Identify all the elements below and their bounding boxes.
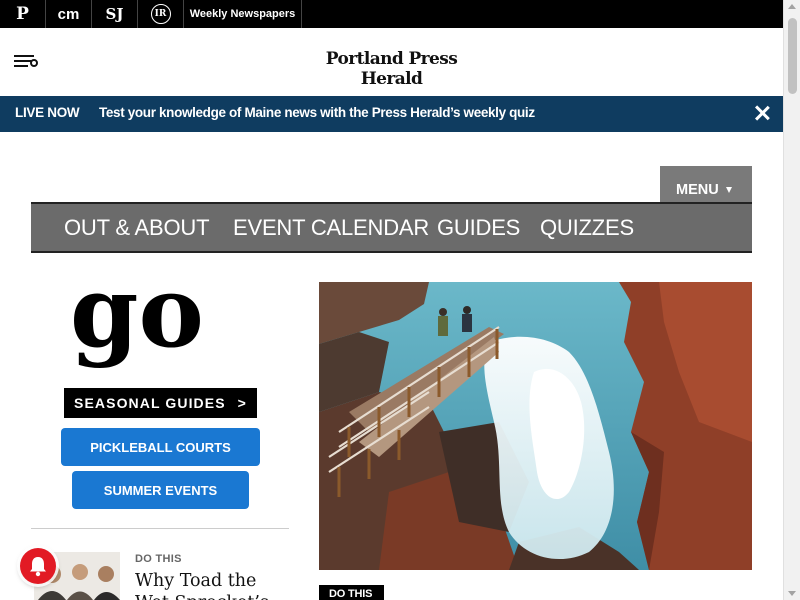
weekly-newspapers-label: Weekly Newspapers (189, 8, 296, 20)
network-sites-bar: P cm SJ IR Weekly Newspapers (0, 0, 800, 28)
seasonal-guides-label: SEASONAL GUIDES (74, 395, 226, 411)
site-brand-logo[interactable]: Portland Press Herald (300, 49, 483, 89)
chevron-right-icon: > (237, 395, 247, 411)
nav-item-quizzes[interactable]: QUIZZES (540, 215, 634, 241)
summer-events-button[interactable]: SUMMER EVENTS (72, 471, 249, 509)
hero-image-thunder-hole[interactable] (319, 282, 752, 570)
site-link-weekly-newspapers[interactable]: Weekly Newspapers (184, 0, 302, 28)
live-now-banner: LIVE NOW Test your knowledge of Maine ne… (0, 96, 783, 132)
pph-logo-icon: P (16, 4, 29, 24)
site-link-cm[interactable]: cm (46, 0, 92, 28)
section-divider (31, 528, 289, 529)
menu-search-icon[interactable] (14, 54, 40, 70)
sj-logo-icon: SJ (105, 5, 124, 23)
site-link-sj[interactable]: SJ (92, 0, 138, 28)
cm-logo-icon: cm (57, 5, 80, 23)
menu-label: MENU (676, 182, 719, 198)
page-scrollbar[interactable] (783, 0, 800, 600)
masthead: Portland Press Herald (0, 28, 783, 96)
notification-bell-icon[interactable] (20, 548, 56, 584)
seasonal-guides-button[interactable]: SEASONAL GUIDES > (64, 388, 257, 418)
hero-kicker: DO THIS (319, 585, 384, 600)
section-menu-button[interactable]: MENU (660, 166, 752, 203)
scroll-down-arrow-icon[interactable] (788, 591, 796, 596)
live-now-tag: LIVE NOW (15, 105, 80, 120)
nav-item-out-and-about[interactable]: OUT & ABOUT (64, 215, 210, 241)
live-now-headline-link[interactable]: Test your knowledge of Maine news with t… (99, 105, 535, 120)
go-logo[interactable]: go (70, 268, 246, 378)
scroll-thumb[interactable] (788, 18, 797, 94)
ir-logo-icon: IR (150, 4, 171, 24)
site-link-ir[interactable]: IR (138, 0, 184, 28)
caret-down-icon (726, 187, 732, 193)
scroll-up-arrow-icon[interactable] (788, 4, 796, 9)
nav-item-event-calendar[interactable]: EVENT CALENDAR (233, 215, 429, 241)
close-icon[interactable] (754, 105, 770, 121)
story-headline-link[interactable]: Why Toad the Wet Sprocket’s (135, 570, 295, 600)
site-link-press-herald[interactable]: P (0, 0, 46, 28)
pickleball-courts-button[interactable]: PICKLEBALL COURTS (61, 428, 260, 466)
story-kicker: DO THIS (135, 553, 182, 565)
go-logo-text: go (70, 268, 204, 370)
section-nav: OUT & ABOUT EVENT CALENDAR GUIDES QUIZZE… (31, 202, 752, 253)
nav-item-guides[interactable]: GUIDES (437, 215, 520, 241)
